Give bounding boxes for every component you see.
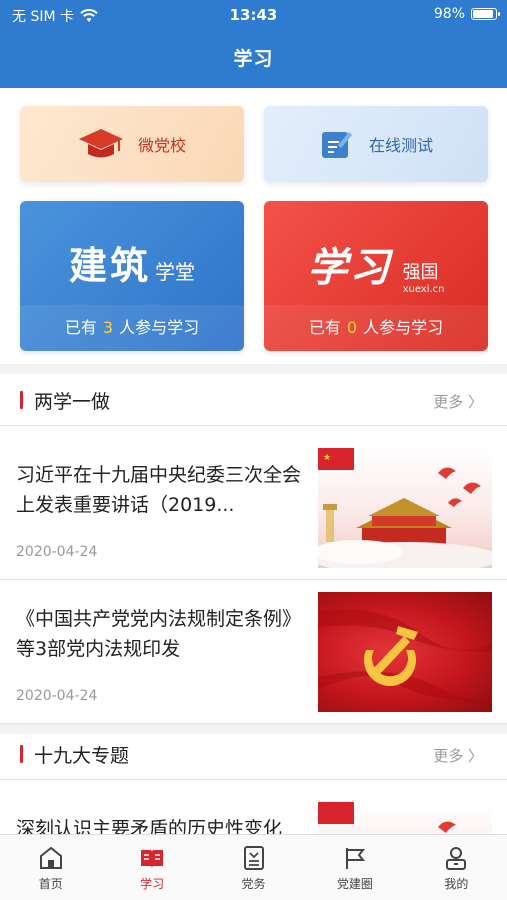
online-test-card[interactable]: 在线测试 xyxy=(264,106,488,182)
edit-test-icon xyxy=(321,132,352,158)
xuexi-qiangguo-card[interactable]: 学习 强国 xuexi.cn 已有 0 人参与学习 xyxy=(264,201,488,351)
section-header-shijiuda: 十九大专题 更多 〉 xyxy=(0,728,507,780)
online-test-label: 在线测试 xyxy=(368,136,433,155)
news-headline: 深刻认识主要矛盾的历史性变化 xyxy=(16,818,283,834)
news-date: 2020-04-24 xyxy=(16,544,98,560)
tab-home[interactable]: 首页 xyxy=(0,835,101,900)
tab-label: 学习 xyxy=(140,877,165,891)
tab-study[interactable]: 学习 xyxy=(101,835,202,900)
weidangxiao-card[interactable]: 微党校 xyxy=(20,106,244,182)
page-title: 学习 xyxy=(233,48,274,70)
tab-party-affairs[interactable]: 党务 xyxy=(203,835,304,900)
document-icon xyxy=(243,846,264,870)
top-bar: 无 SIM 卡 13:43 98% 学习 xyxy=(0,0,507,88)
more-link[interactable]: 更多 〉 xyxy=(433,391,483,412)
section-header-liangxue: 两学一做 更多 〉 xyxy=(0,374,507,426)
battery-percent: 98% xyxy=(433,6,465,22)
person-icon xyxy=(446,847,467,870)
tab-party-circle[interactable]: 党建圈 xyxy=(304,835,405,900)
tab-label: 党务 xyxy=(241,877,266,891)
divider xyxy=(0,364,507,374)
jianzhu-count: 3 xyxy=(102,318,114,337)
battery-icon xyxy=(471,8,500,20)
status-bar: 无 SIM 卡 13:43 98% xyxy=(0,6,507,26)
more-link[interactable]: 更多 〉 xyxy=(433,745,483,766)
news-headline: 《中国共产党党内法规制定条例》等3部党内法规印发 xyxy=(16,608,302,660)
flag-icon xyxy=(345,848,366,869)
main-content: 微党校 在线测试 建筑 学堂 已有 3 人参与学习 学习 强国 xuexi.cn 已有… xyxy=(0,88,507,834)
party-flag-thumbnail xyxy=(318,592,492,712)
xuexi-participants: 已有 0 人参与学习 xyxy=(264,305,488,351)
news-item[interactable]: 习近平在十九届中央纪委三次全会上发表重要讲话（2019... 2020-04-2… xyxy=(0,436,507,580)
jianzhu-logo: 建筑 学堂 xyxy=(68,243,195,288)
tiananmen-thumbnail: ★ xyxy=(318,448,492,568)
book-icon xyxy=(141,850,164,868)
news-headline: 习近平在十九届中央纪委三次全会上发表重要讲话（2019... xyxy=(16,464,302,516)
section-title: 两学一做 xyxy=(34,391,111,413)
news-thumbnail xyxy=(318,802,492,834)
section-title: 十九大专题 xyxy=(34,745,130,767)
tab-label: 党建圈 xyxy=(336,877,373,891)
news-item[interactable]: 《中国共产党党内法规制定条例》等3部党内法规印发 2020-04-24 xyxy=(0,580,507,724)
jianzhu-xuetang-card[interactable]: 建筑 学堂 已有 3 人参与学习 xyxy=(20,201,244,351)
svg-text:★: ★ xyxy=(323,453,331,463)
news-item[interactable]: 深刻认识主要矛盾的历史性变化 xyxy=(0,790,507,834)
xuexi-count: 0 xyxy=(346,318,358,337)
jianzhu-participants: 已有 3 人参与学习 xyxy=(20,305,244,351)
status-time: 13:43 xyxy=(229,6,278,24)
weidangxiao-label: 微党校 xyxy=(137,136,186,155)
xuexi-qiangguo-logo: 学习 强国 xuexi.cn xyxy=(307,244,445,295)
home-icon xyxy=(39,846,62,869)
bottom-tab-bar: 首页 学习 党务 党建圈 我的 xyxy=(0,834,507,900)
tab-mine[interactable]: 我的 xyxy=(406,835,507,900)
tab-label: 首页 xyxy=(38,877,63,891)
tab-label: 我的 xyxy=(444,877,469,891)
graduation-cap-icon xyxy=(78,129,123,158)
news-date: 2020-04-24 xyxy=(16,688,98,704)
